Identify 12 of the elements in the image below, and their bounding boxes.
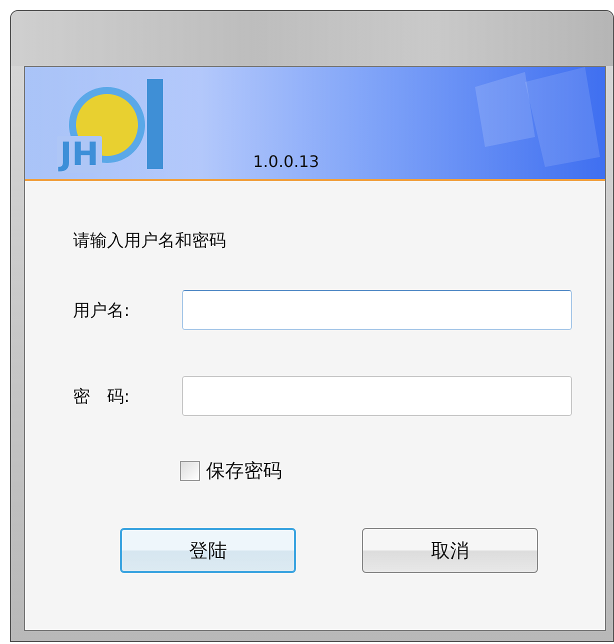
input-field[interactable] [182,376,572,416]
version-text: 1.0.0.13 [253,152,320,171]
input-field[interactable] [182,290,572,330]
dialog-button[interactable]: 取消 [362,528,538,573]
field-label: 用户名: [73,300,131,322]
field-label: 密 码: [73,386,131,408]
prompt-text: 请输入用户名和密码 [73,230,227,252]
checkbox-label[interactable]: 保存密码 [206,458,282,484]
logo-text: JH [57,136,102,173]
dialog-button[interactable]: 登陆 [120,528,296,573]
bar-icon [147,79,163,169]
checkbox[interactable] [180,461,200,481]
